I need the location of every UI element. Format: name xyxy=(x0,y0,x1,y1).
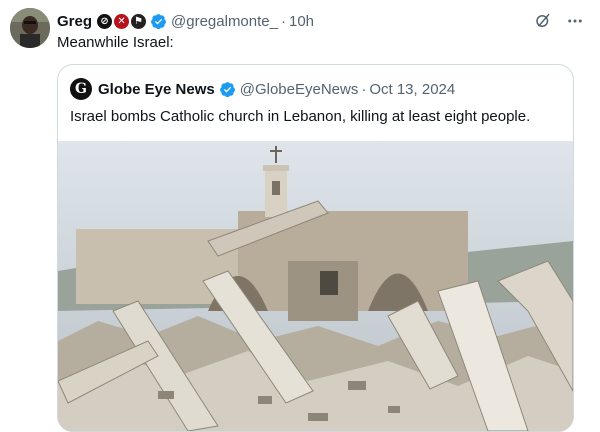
quote-display-name[interactable]: Globe Eye News xyxy=(98,81,215,98)
avatar[interactable] xyxy=(10,8,50,48)
separator: · xyxy=(280,12,286,30)
separator: · xyxy=(361,80,367,98)
flag-icon: ⚑ xyxy=(131,13,147,29)
more-options-icon[interactable] xyxy=(564,10,586,32)
handle[interactable]: @gregalmonte_ xyxy=(171,13,278,30)
timestamp[interactable]: 10h xyxy=(289,13,314,30)
quote-handle[interactable]: @GlobeEyeNews xyxy=(240,81,359,98)
quoted-tweet[interactable]: G Globe Eye News @GlobeEyeNews · Oct 13,… xyxy=(57,64,574,432)
tweet-text: Meanwhile Israel: xyxy=(57,34,174,51)
tweet-header: Greg ⊘ ✕ ⚑ @gregalmonte_ · 10h xyxy=(57,11,314,31)
name-emoji: ⊘ ✕ ⚑ xyxy=(97,13,147,29)
display-name[interactable]: Greg xyxy=(57,13,92,30)
quote-header: G Globe Eye News @GlobeEyeNews · Oct 13,… xyxy=(70,78,455,100)
verified-badge-icon xyxy=(219,81,235,97)
quote-date[interactable]: Oct 13, 2024 xyxy=(369,81,455,98)
church-ruins-photo[interactable] xyxy=(58,141,573,431)
grok-icon[interactable] xyxy=(532,10,554,32)
verified-badge-icon xyxy=(151,13,166,29)
tweet-actions xyxy=(532,10,586,32)
bomb-sign-icon: ✕ xyxy=(114,13,130,29)
quote-avatar[interactable]: G xyxy=(70,78,92,100)
quote-text: Israel bombs Catholic church in Lebanon,… xyxy=(70,108,531,125)
no-weapon-icon: ⊘ xyxy=(97,13,113,29)
